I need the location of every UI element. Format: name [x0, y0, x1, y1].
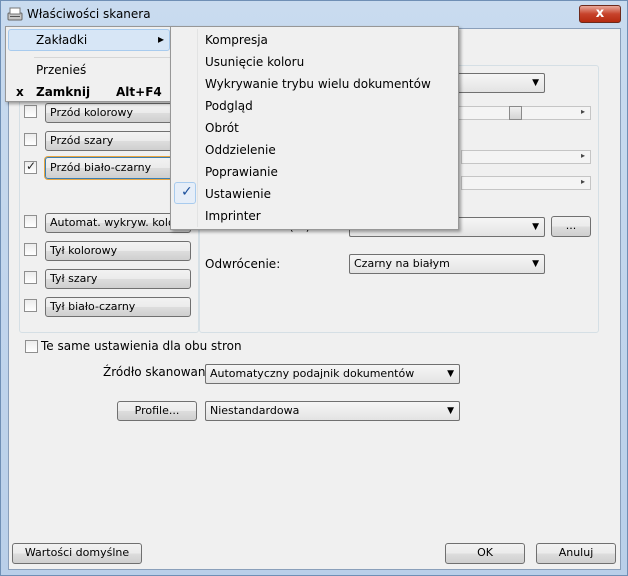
checked-item-highlight: ✓: [174, 182, 196, 204]
dropdown-arrow-icon: ▼: [447, 406, 454, 416]
checkbox-auto-color[interactable]: [24, 215, 37, 228]
scanner-properties-window: Właściwości skanera x Przód kolorowy Prz…: [0, 0, 628, 576]
menu-separator: [34, 57, 170, 58]
same-settings-label: Te same ustawienia dla obu stron: [41, 339, 242, 353]
submenu-item-separation[interactable]: Oddzielenie: [205, 143, 276, 157]
scan-source-value: Automatyczny podajnik dokumentów: [210, 367, 415, 380]
checkbox-back-bw[interactable]: [24, 299, 37, 312]
slider-thumb-1[interactable]: [509, 106, 522, 120]
window-title: Właściwości skanera: [27, 7, 151, 21]
close-menu-icon: x: [16, 85, 24, 99]
title-bar[interactable]: Właściwości skanera x: [1, 1, 627, 27]
checkbox-back-color[interactable]: [24, 243, 37, 256]
menu-item-move[interactable]: Przenieś: [36, 63, 86, 77]
slider-track-2[interactable]: [461, 150, 591, 164]
dropdown-arrow-icon: ▼: [532, 78, 539, 88]
menu-item-close-shortcut: Alt+F4: [116, 85, 162, 99]
scanner-app-icon[interactable]: [7, 6, 23, 22]
slider-right-arrow-icon[interactable]: ▸: [581, 151, 585, 160]
menu-gutter: [197, 29, 198, 227]
cancel-button[interactable]: Anuluj: [536, 543, 616, 564]
image-type-back-bw[interactable]: Tył biało-czarny: [45, 297, 191, 317]
checkbox-front-color[interactable]: [24, 105, 37, 118]
checkbox-front-gray[interactable]: [24, 133, 37, 146]
ellipsis-button[interactable]: ...: [551, 216, 591, 237]
dropdown-arrow-icon: ▼: [532, 259, 539, 269]
submenu-item-compression[interactable]: Kompresja: [205, 33, 268, 47]
inversion-dropdown[interactable]: Czarny na białym ▼: [349, 254, 545, 274]
submenu-item-color-removal[interactable]: Usunięcie koloru: [205, 55, 304, 69]
checkmark-icon: ✓: [26, 159, 37, 173]
menu-item-tabs[interactable]: Zakładki: [36, 33, 87, 47]
slider-right-arrow-icon[interactable]: ▸: [581, 177, 585, 186]
submenu-item-rotation[interactable]: Obrót: [205, 121, 239, 135]
checkbox-back-gray[interactable]: [24, 271, 37, 284]
system-menu: Zakładki ▸ Przenieś x Zamknij Alt+F4: [5, 26, 173, 102]
inversion-value: Czarny na białym: [354, 257, 450, 270]
profile-dropdown[interactable]: Niestandardowa ▼: [205, 401, 460, 421]
profile-button[interactable]: Profile...: [117, 401, 197, 421]
submenu-item-setting[interactable]: Ustawienie: [205, 187, 271, 201]
submenu-item-preview[interactable]: Podgląd: [205, 99, 253, 113]
close-icon: x: [595, 6, 605, 21]
inversion-label: Odwrócenie:: [205, 257, 281, 271]
submenu-item-enhancement[interactable]: Poprawianie: [205, 165, 278, 179]
submenu-arrow-icon: ▸: [158, 32, 165, 46]
menu-highlight: [8, 29, 170, 51]
slider-right-arrow-icon[interactable]: ▸: [581, 107, 585, 116]
submenu-item-imprinter[interactable]: Imprinter: [205, 209, 261, 223]
profile-value: Niestandardowa: [210, 404, 300, 417]
ok-button[interactable]: OK: [445, 543, 525, 564]
menu-item-close[interactable]: Zamknij: [36, 85, 90, 99]
defaults-button[interactable]: Wartości domyślne: [12, 543, 142, 564]
checkmark-icon: ✓: [181, 184, 193, 200]
image-type-back-gray[interactable]: Tył szary: [45, 269, 191, 289]
tabs-submenu: ✓ Kompresja Usunięcie koloru Wykrywanie …: [170, 26, 459, 230]
close-window-button[interactable]: x: [579, 5, 621, 23]
checkbox-same-settings[interactable]: [25, 340, 38, 353]
dropdown-arrow-icon: ▼: [532, 222, 539, 232]
image-type-back-color[interactable]: Tył kolorowy: [45, 241, 191, 261]
dropdown-arrow-icon: ▼: [447, 369, 454, 379]
scan-source-label: Źródło skanowania:: [103, 365, 221, 379]
scan-source-dropdown[interactable]: Automatyczny podajnik dokumentów ▼: [205, 364, 460, 384]
checkbox-front-bw[interactable]: ✓: [24, 159, 37, 174]
slider-track-3[interactable]: [461, 176, 591, 190]
submenu-item-multifeed-detection[interactable]: Wykrywanie trybu wielu dokumentów: [205, 77, 431, 91]
